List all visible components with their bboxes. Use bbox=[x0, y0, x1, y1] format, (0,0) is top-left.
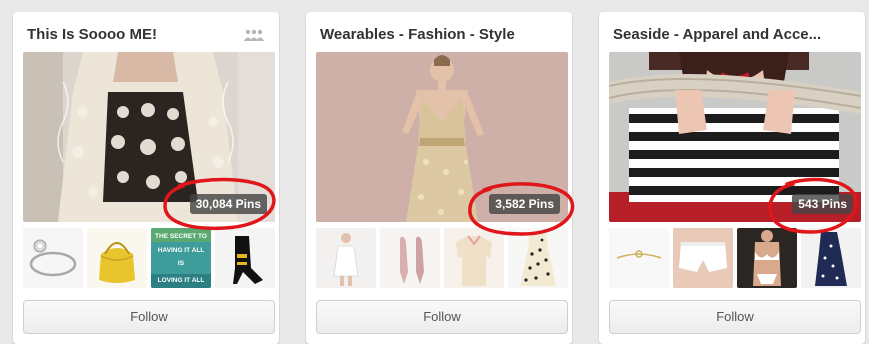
board-thumbnails: THE SECRET TO HAVING IT ALL IS LOVING IT… bbox=[23, 228, 275, 288]
quote-line-4: LOVING IT ALL bbox=[158, 277, 205, 284]
pin-count-badge: 3,582 Pins bbox=[489, 194, 560, 214]
thumbnail-gold-bracelet[interactable] bbox=[609, 228, 669, 288]
thumbnail-pink-heels[interactable] bbox=[380, 228, 440, 288]
follow-button[interactable]: Follow bbox=[316, 300, 568, 334]
thumbnail-cream-blouse[interactable] bbox=[444, 228, 504, 288]
thumbnail-navy-dress[interactable] bbox=[801, 228, 861, 288]
thumbnail-bracelet[interactable] bbox=[23, 228, 83, 288]
thumbnail-white-swimsuit[interactable] bbox=[737, 228, 797, 288]
thumbnail-print-dress[interactable] bbox=[508, 228, 568, 288]
follow-button[interactable]: Follow bbox=[609, 300, 861, 334]
thumbnail-white-shorts[interactable] bbox=[673, 228, 733, 288]
thumbnail-quote-card[interactable]: THE SECRET TO HAVING IT ALL IS LOVING IT… bbox=[151, 228, 211, 288]
board-thumbnails bbox=[316, 228, 568, 288]
board-cover-image[interactable]: 3,582 Pins bbox=[316, 52, 568, 222]
board-thumbnails bbox=[609, 228, 861, 288]
quote-line-2: HAVING IT ALL bbox=[158, 247, 205, 254]
group-board-icon bbox=[244, 29, 264, 41]
quote-line-3: IS bbox=[178, 260, 185, 267]
quote-line-1: THE SECRET TO bbox=[155, 233, 207, 240]
board-title[interactable]: Wearables - Fashion - Style bbox=[320, 26, 515, 43]
thumbnail-white-dress[interactable] bbox=[316, 228, 376, 288]
board-cover-image[interactable]: 30,084 Pins bbox=[23, 52, 275, 222]
board-card-this-is-soooo-me[interactable]: This Is Soooo ME! 30,084 Pins THE SECRET… bbox=[13, 12, 279, 344]
follow-button[interactable]: Follow bbox=[23, 300, 275, 334]
board-card-wearables[interactable]: Wearables - Fashion - Style 3,582 Pins F… bbox=[306, 12, 575, 344]
board-cover-image[interactable]: 543 Pins bbox=[609, 52, 861, 222]
pin-count-badge: 543 Pins bbox=[792, 194, 853, 214]
pin-count-badge: 30,084 Pins bbox=[189, 194, 267, 214]
thumbnail-heels[interactable] bbox=[215, 228, 275, 288]
board-title[interactable]: This Is Soooo ME! bbox=[27, 26, 157, 43]
board-card-seaside[interactable]: Seaside - Apparel and Acce... 543 Pins F… bbox=[599, 12, 865, 344]
board-title[interactable]: Seaside - Apparel and Acce... bbox=[613, 26, 821, 43]
thumbnail-yellow-bag[interactable] bbox=[87, 228, 147, 288]
